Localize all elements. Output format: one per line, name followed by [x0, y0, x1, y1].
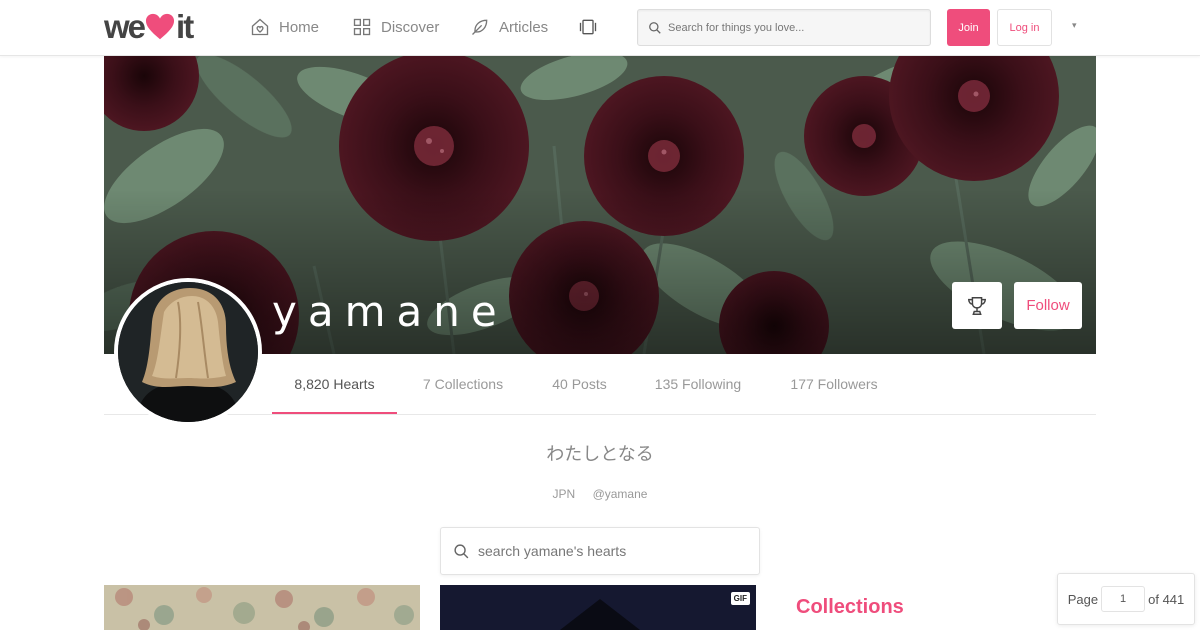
pagination-total: of 441 [1148, 591, 1185, 607]
profile-meta: JPN @yamane [0, 487, 1200, 501]
logo-text-we: we [104, 8, 146, 45]
top-navigation: we it Home Discover Articles Search for … [0, 0, 1200, 56]
site-search-input[interactable] [668, 21, 908, 34]
login-button[interactable]: Log in [997, 9, 1052, 46]
pagination: Page of 441 [1057, 573, 1195, 625]
feather-icon [472, 19, 488, 35]
grid-icon [353, 18, 371, 36]
profile-handle: @yamane [592, 487, 648, 501]
search-icon [649, 21, 661, 34]
profile-username: yamane [272, 287, 508, 336]
weheartit-logo[interactable]: we it [104, 8, 194, 45]
join-button[interactable]: Join [947, 9, 990, 46]
tab-followers[interactable]: 177 Followers [769, 354, 899, 414]
hearts-search[interactable] [440, 527, 760, 575]
pagination-label: Page [1067, 591, 1099, 607]
cover-gradient-overlay [104, 56, 1096, 354]
nav-articles-label: Articles [499, 18, 549, 36]
trophy-icon [968, 296, 986, 315]
site-search[interactable] [637, 9, 931, 46]
tab-hearts[interactable]: 8,820 Hearts [272, 354, 397, 414]
tab-following[interactable]: 135 Following [636, 354, 760, 414]
profile-bio: わたしとなる [546, 444, 654, 465]
profile-country: JPN [552, 487, 576, 501]
search-icon [454, 543, 469, 558]
collections-heading: Collections [796, 596, 904, 618]
chevron-down-icon[interactable]: ▾ [1072, 20, 1077, 31]
hearts-search-input[interactable] [478, 543, 738, 559]
gif-badge: GIF [730, 592, 750, 605]
cover-image [104, 56, 1096, 354]
heart-image-card[interactable] [104, 585, 420, 630]
avatar[interactable] [114, 278, 262, 426]
nav-discover-label: Discover [381, 18, 440, 36]
page-number-input[interactable] [1101, 586, 1146, 612]
cards-icon [579, 19, 597, 35]
logo-text-it: it [176, 8, 194, 45]
nav-discover[interactable]: Discover [352, 16, 439, 38]
nav-articles[interactable]: Articles [470, 16, 548, 38]
night-mountain-image [440, 585, 756, 630]
logo-heart-icon [145, 13, 175, 40]
tab-collections[interactable]: 7 Collections [404, 354, 522, 414]
nav-home-label: Home [279, 18, 320, 36]
nav-cards[interactable] [578, 16, 598, 38]
floral-fabric-image [104, 585, 420, 630]
trophy-button[interactable] [952, 282, 1002, 329]
tab-posts[interactable]: 40 Posts [532, 354, 627, 414]
home-icon [251, 18, 269, 36]
follow-button[interactable]: Follow [1014, 282, 1082, 329]
heart-gif-card[interactable]: GIF [440, 585, 756, 630]
nav-home[interactable]: Home [250, 16, 319, 38]
avatar-portrait-image [118, 282, 258, 422]
